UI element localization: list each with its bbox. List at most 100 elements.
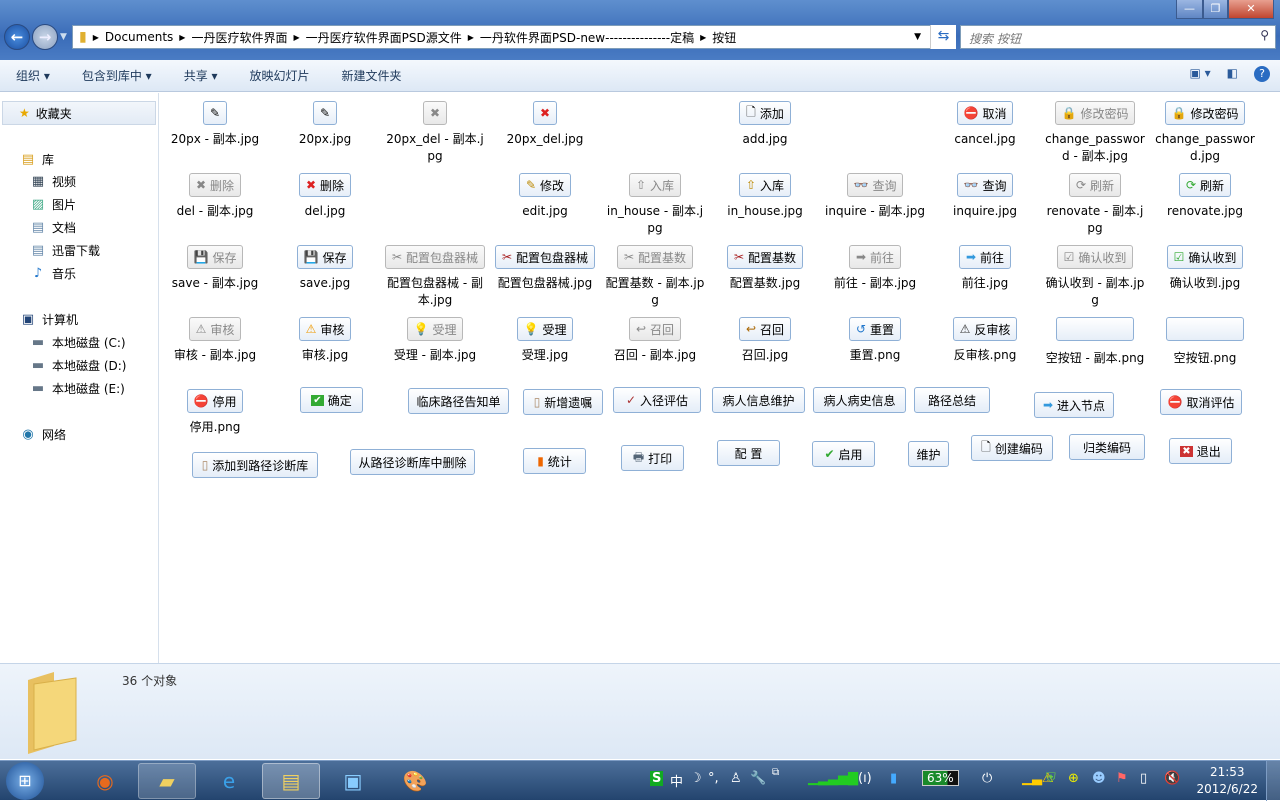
sidebar-item-pictures[interactable]: ▨ 图片 — [30, 196, 76, 213]
folder-taskbar-button[interactable]: ▤ — [262, 763, 320, 799]
file-item[interactable]: ↩ 召回 召回.jpg — [710, 317, 820, 364]
file-item[interactable]: ➡ 前往 前往 - 副本.jpg — [820, 245, 930, 292]
file-item[interactable]: 🔒 修改密码 change_password - 副本.jpg — [1040, 101, 1150, 165]
search-input[interactable]: 搜索 按钮 ⚲ — [960, 25, 1276, 49]
file-item[interactable]: 💡 受理 受理.jpg — [490, 317, 600, 364]
sidebar-item-drive-e[interactable]: ▬ 本地磁盘 (E:) — [30, 380, 125, 397]
file-item[interactable]: ✂ 配置基数 配置基数 - 副本.jpg — [600, 245, 710, 309]
punctuation-icon[interactable]: °, — [708, 771, 719, 786]
back-button[interactable]: ← — [4, 24, 30, 50]
show-desktop-button[interactable] — [1266, 761, 1280, 801]
file-item[interactable]: 👓 查询 inquire.jpg — [930, 173, 1040, 220]
slideshow-button[interactable]: 放映幻灯片 — [234, 67, 326, 84]
file-item[interactable]: ⚠ 审核 审核 - 副本.jpg — [160, 317, 270, 364]
address-bar[interactable]: ▮ ▶ Documents ▶ 一丹医疗软件界面 ▶ 一丹医疗软件界面PSD源文件 ▶… — [72, 25, 956, 49]
file-item[interactable]: ☑ 确认收到 确认收到.jpg — [1150, 245, 1260, 292]
file-item[interactable]: ✎ 修改 edit.jpg — [490, 173, 600, 220]
minimize-button[interactable]: — — [1176, 0, 1203, 19]
close-button[interactable]: ✕ — [1228, 0, 1274, 19]
file-item[interactable]: ⚠ 反审核 反审核.png — [930, 317, 1040, 364]
wrench-icon[interactable]: 🔧 — [750, 771, 766, 786]
start-button[interactable]: ⊞ — [6, 762, 44, 800]
new-folder-button[interactable]: 新建文件夹 — [326, 67, 418, 84]
sidebar-item-libraries[interactable]: ▤ 库 — [20, 151, 54, 168]
breadcrumb-item[interactable]: 按钮 — [706, 29, 742, 46]
sidebar-item-videos[interactable]: ▦ 视频 — [30, 173, 76, 190]
file-item[interactable]: ⛔ 取消 cancel.jpg — [930, 101, 1040, 148]
preview-pane-icon[interactable]: ◧ — [1227, 66, 1238, 82]
file-item[interactable]: ☑ 确认收到 确认收到 - 副本.jpg — [1040, 245, 1150, 309]
file-item[interactable]: 💡 受理 受理 - 副本.jpg — [380, 317, 490, 364]
file-item[interactable]: ✖ 20px_del - 副本.jpg — [380, 101, 490, 165]
action-center-icon[interactable]: ⚑ — [1116, 771, 1128, 786]
ime-options-icon[interactable]: ⧉ — [772, 767, 779, 778]
breadcrumb-item[interactable]: 一丹医疗软件界面PSD源文件 — [300, 29, 468, 46]
file-item[interactable]: ✂ 配置包盘器械 配置包盘器械 - 副本.jpg — [380, 245, 490, 309]
power-plug-icon[interactable]: ⏻ — [982, 771, 992, 786]
chinese-input-icon[interactable]: 中 — [670, 771, 683, 790]
file-item[interactable]: ✖ 删除 del.jpg — [270, 173, 380, 220]
sidebar-item-thunder-downloads[interactable]: ▤ 迅雷下载 — [30, 242, 100, 259]
file-item[interactable]: 💾 保存 save.jpg — [270, 245, 380, 292]
moon-icon[interactable]: ☽ — [690, 771, 702, 786]
file-item[interactable]: ✎ 20px - 副本.jpg — [160, 101, 270, 148]
add-icon[interactable]: ⊕ — [1068, 771, 1079, 786]
organize-menu[interactable]: 组织 ▾ — [0, 67, 66, 84]
sidebar-item-drive-c[interactable]: ▬ 本地磁盘 (C:) — [30, 334, 126, 351]
address-dropdown-icon[interactable]: ▼ — [914, 32, 921, 42]
history-dropdown-icon[interactable]: ▼ — [60, 32, 67, 42]
wireless-icon[interactable]: (ı) — [858, 771, 872, 786]
explorer-taskbar-button[interactable]: ▰ — [138, 763, 196, 799]
file-item[interactable]: ⟳ 刷新 renovate.jpg — [1150, 173, 1260, 220]
include-in-library-menu[interactable]: 包含到库中 ▾ — [66, 67, 168, 84]
softkeyboard-icon[interactable]: ♙ — [730, 771, 742, 786]
file-item[interactable]: 🔒 修改密码 change_password.jpg — [1150, 101, 1260, 165]
sidebar-item-computer[interactable]: ▣ 计算机 — [20, 311, 78, 328]
breadcrumb-item[interactable]: Documents — [99, 30, 179, 44]
messenger-icon[interactable]: ☻ — [1092, 771, 1106, 786]
forward-button[interactable]: → — [32, 24, 58, 50]
file-item[interactable]: 空按钮.png — [1150, 317, 1260, 367]
share-menu[interactable]: 共享 ▾ — [168, 67, 234, 84]
battery-indicator[interactable]: 63% — [922, 770, 959, 786]
maximize-button[interactable]: ❐ — [1203, 0, 1228, 19]
help-icon[interactable]: ? — [1254, 66, 1270, 82]
sidebar-item-network[interactable]: ◉ 网络 — [20, 426, 66, 443]
file-item[interactable]: ↺ 重置 重置.png — [820, 317, 930, 364]
refresh-button[interactable]: ⇆ — [930, 25, 956, 49]
sogou-ime-icon[interactable]: S — [650, 771, 664, 786]
breadcrumb-item[interactable]: 一丹医疗软件界面 — [185, 29, 293, 46]
security-shield-icon[interactable]: ⛨ — [1046, 771, 1056, 786]
usb-device-icon[interactable]: ▮ — [890, 771, 897, 786]
firefox-taskbar-button[interactable]: ◉ — [76, 763, 134, 799]
file-item[interactable]: ⚠ 审核 审核.jpg — [270, 317, 380, 364]
file-item[interactable]: ⟳ 刷新 renovate - 副本.jpg — [1040, 173, 1150, 237]
file-item[interactable]: ➡ 前往 前往.jpg — [930, 245, 1040, 292]
file-item[interactable]: ⛔ 停用 停用.png — [160, 389, 270, 436]
file-item[interactable]: ✖ 删除 del - 副本.jpg — [160, 173, 270, 220]
file-item[interactable]: ✂ 配置基数 配置基数.jpg — [710, 245, 820, 292]
search-icon[interactable]: ⚲ — [1260, 28, 1269, 42]
file-item[interactable]: 👓 查询 inquire - 副本.jpg — [820, 173, 930, 220]
paint-taskbar-button[interactable]: 🎨 — [386, 763, 444, 799]
view-options-icon[interactable]: ▣ ▾ — [1189, 66, 1210, 82]
file-item[interactable]: ↩ 召回 召回 - 副本.jpg — [600, 317, 710, 364]
volume-muted-icon[interactable]: 🔇 — [1164, 771, 1180, 786]
sidebar-item-documents[interactable]: ▤ 文档 — [30, 219, 76, 236]
sidebar-item-favorites[interactable]: ★ 收藏夹 — [2, 101, 156, 125]
file-item[interactable]: ⇧ 入库 in_house - 副本.jpg — [600, 173, 710, 237]
file-item[interactable]: ⇧ 入库 in_house.jpg — [710, 173, 820, 220]
file-item[interactable]: ✂ 配置包盘器械 配置包盘器械.jpg — [490, 245, 600, 292]
power-icon[interactable]: ▯ — [1140, 771, 1147, 786]
file-item[interactable]: 💾 保存 save - 副本.jpg — [160, 245, 270, 292]
file-item[interactable]: 空按钮 - 副本.png — [1040, 317, 1150, 367]
ie-taskbar-button[interactable]: e — [200, 763, 258, 799]
clock[interactable]: 21:53 2012/6/22 — [1196, 764, 1258, 798]
file-item[interactable]: ✖ 20px_del.jpg — [490, 101, 600, 148]
file-item[interactable]: ✎ 20px.jpg — [270, 101, 380, 148]
sidebar-item-drive-d[interactable]: ▬ 本地磁盘 (D:) — [30, 357, 127, 374]
file-item[interactable]: 🗋 添加 add.jpg — [710, 101, 820, 148]
sidebar-item-music[interactable]: ♪ 音乐 — [30, 265, 76, 282]
photo-viewer-taskbar-button[interactable]: ▣ — [324, 763, 382, 799]
breadcrumb-item[interactable]: 一丹软件界面PSD-new---------------定稿 — [474, 29, 700, 46]
